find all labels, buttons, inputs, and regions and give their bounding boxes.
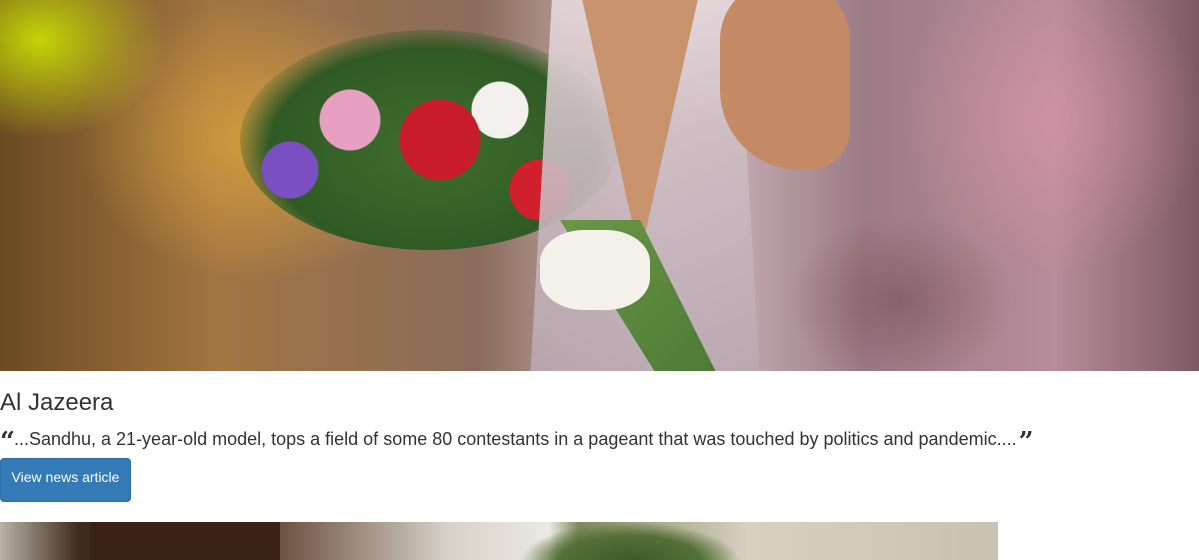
article-quote-text: ...Sandhu, a 21-year-old model, tops a f… bbox=[13, 429, 1017, 449]
ribbon-graphic bbox=[540, 230, 650, 310]
article-card: Al Jazeera “ ...Sandhu, a 21-year-old mo… bbox=[0, 385, 1199, 502]
view-news-article-button[interactable]: View news article bbox=[0, 458, 131, 502]
next-article-image bbox=[0, 522, 998, 560]
doorway-graphic bbox=[90, 522, 280, 560]
hero-image bbox=[0, 0, 1199, 371]
quote-right-icon: ” bbox=[1018, 427, 1034, 457]
plant-graphic bbox=[520, 522, 740, 560]
article-quote: “ ...Sandhu, a 21-year-old model, tops a… bbox=[0, 426, 1199, 457]
quote-left-icon: “ bbox=[0, 427, 15, 457]
news-source-title: Al Jazeera bbox=[0, 389, 114, 416]
